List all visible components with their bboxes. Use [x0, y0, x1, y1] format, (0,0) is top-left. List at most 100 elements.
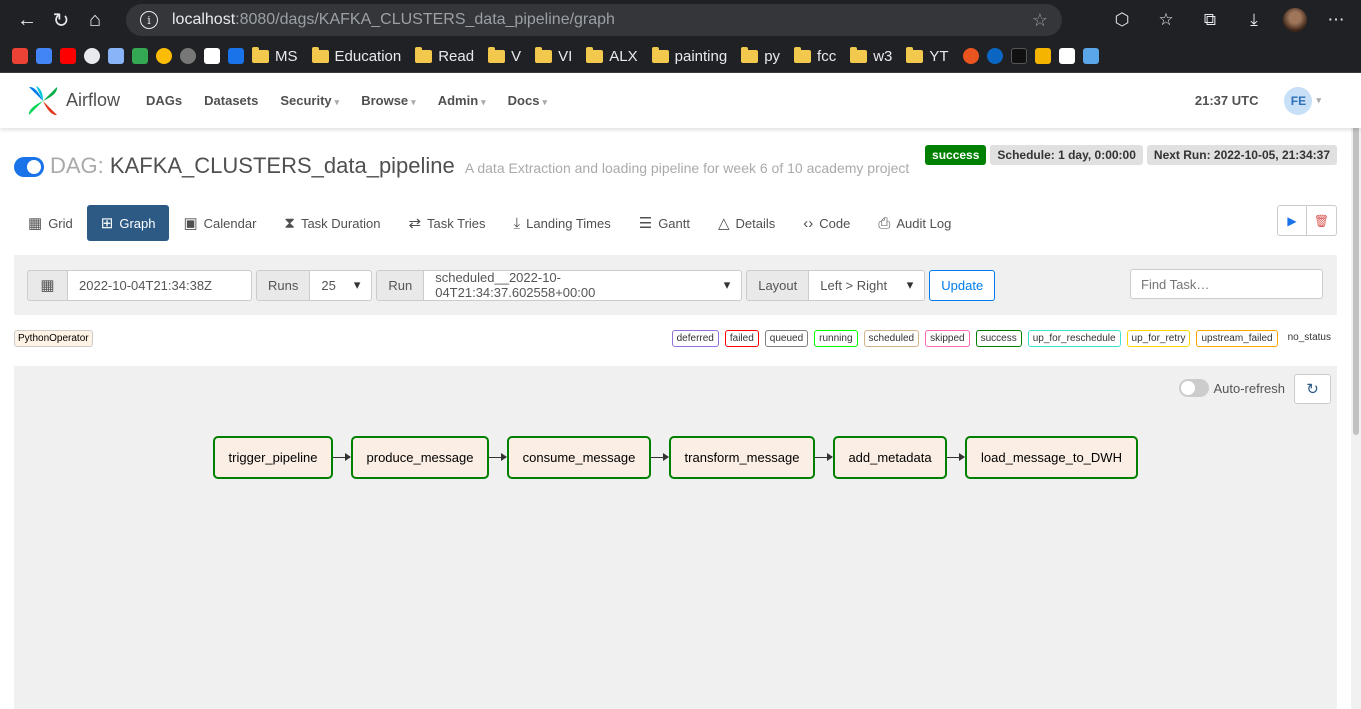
bookmark-8-icon[interactable]: [1082, 48, 1099, 64]
tab-gantt[interactable]: ☰ Gantt: [625, 205, 704, 241]
tab-calendar[interactable]: ▣ Calendar: [169, 205, 270, 241]
legend-state-running[interactable]: running: [814, 330, 858, 347]
openai-icon[interactable]: [180, 48, 196, 64]
bookmark-star-icon[interactable]: ☆: [1032, 10, 1048, 31]
tab-label: Task Duration: [300, 215, 381, 231]
calendar-icon: ▣: [183, 215, 198, 232]
downloads-icon[interactable]: ⤓: [1239, 10, 1269, 30]
update-button[interactable]: Update: [929, 269, 996, 301]
folder-icon: [906, 46, 924, 63]
extensions-icon[interactable]: ⬡: [1107, 10, 1137, 30]
tab-task-tries[interactable]: ⇄ Task Tries: [394, 205, 499, 241]
calendar-icon[interactable]: ▦: [27, 269, 68, 301]
bookmark-folder-yt[interactable]: YT: [906, 46, 949, 65]
bookmark-folder-ms[interactable]: MS: [252, 46, 298, 65]
refresh-button[interactable]: ↻: [1294, 374, 1331, 404]
legend-state-up-for-retry[interactable]: up_for_retry: [1126, 330, 1191, 347]
runs-select[interactable]: 25: [310, 269, 373, 301]
task-node-trigger-pipeline[interactable]: trigger_pipeline: [213, 436, 333, 479]
legend-state-upstream-failed[interactable]: upstream_failed: [1196, 330, 1278, 347]
menu-security[interactable]: Security: [280, 93, 339, 108]
scrollbar-thumb[interactable]: [1353, 81, 1359, 435]
tab-landing-times[interactable]: ⤓ Landing Times: [500, 205, 625, 241]
graph-canvas[interactable]: Auto-refresh ↻ trigger_pipeline produce_m…: [14, 366, 1337, 709]
bookmark-folder-alx[interactable]: ALX: [586, 46, 638, 65]
menu-dags[interactable]: DAGs: [146, 93, 182, 108]
bookmark-folder-painting[interactable]: painting: [651, 46, 727, 65]
tab-details[interactable]: △ Details: [704, 205, 789, 241]
task-node-load-message-to-dwh[interactable]: load_message_to_DWH: [965, 436, 1138, 479]
collections-icon[interactable]: ⧉: [1195, 10, 1225, 30]
delete-dag-button[interactable]: 🗑: [1307, 205, 1337, 236]
page-scrollbar[interactable]: [1351, 73, 1361, 709]
tab-label: Gantt: [658, 215, 690, 231]
folder-label: Education: [334, 47, 402, 65]
run-select[interactable]: scheduled__2022-10-04T21:34:37.602558+00…: [424, 269, 743, 301]
legend-state-no-status[interactable]: no_status: [1284, 330, 1335, 347]
bookmark-folder-vi[interactable]: VI: [535, 46, 573, 65]
browser-profile-avatar[interactable]: [1283, 8, 1307, 32]
ubuntu-icon[interactable]: [962, 48, 979, 64]
address-bar[interactable]: i localhost:8080/dags/KAFKA_CLUSTERS_dat…: [126, 4, 1062, 36]
legend-state-deferred[interactable]: deferred: [671, 330, 719, 347]
slack-icon[interactable]: [1034, 48, 1051, 64]
task-node-consume-message[interactable]: consume_message: [507, 436, 651, 479]
bookmark-folder-fcc[interactable]: fcc: [794, 46, 836, 65]
analytics-icon[interactable]: [132, 48, 148, 64]
youtube-icon[interactable]: [60, 48, 76, 64]
autorefresh-control[interactable]: Auto-refresh: [1179, 379, 1285, 397]
legend-state-success[interactable]: success: [975, 330, 1022, 347]
home-icon[interactable]: ⌂: [78, 3, 112, 37]
layout-select[interactable]: Left > Right: [809, 269, 926, 301]
bookmark-folder-py[interactable]: py: [741, 46, 780, 65]
more-menu-icon[interactable]: ⋯: [1321, 10, 1351, 30]
bookmark-folder-education[interactable]: Education: [311, 46, 402, 65]
tab-code[interactable]: ‹› Code: [789, 205, 864, 241]
bookmark-folder-w3[interactable]: w3: [850, 46, 892, 65]
autorefresh-toggle[interactable]: [1179, 379, 1210, 397]
menu-docs[interactable]: Docs: [508, 93, 547, 108]
google-icon[interactable]: [156, 48, 172, 64]
github-icon[interactable]: [84, 48, 100, 64]
image-icon[interactable]: [1058, 48, 1075, 64]
bookmark-folder-read[interactable]: Read: [415, 46, 474, 65]
legend-state-skipped[interactable]: skipped: [925, 330, 970, 347]
legend-state-up-for-reschedule[interactable]: up_for_reschedule: [1027, 330, 1121, 347]
dag-state-badge[interactable]: success: [925, 145, 987, 165]
file-search-icon: ⎙: [878, 214, 891, 232]
folder-label: VI: [558, 47, 573, 65]
tab-task-duration[interactable]: ⧗ Task Duration: [270, 205, 394, 241]
calendar-app-icon[interactable]: [228, 48, 244, 64]
trigger-dag-button[interactable]: ▶: [1277, 205, 1307, 236]
site-info-icon[interactable]: i: [140, 11, 158, 29]
task-node-transform-message[interactable]: transform_message: [669, 436, 815, 479]
task-node-produce-message[interactable]: produce_message: [351, 436, 489, 479]
bookmark-dark-icon[interactable]: [1010, 48, 1027, 64]
legend-state-failed[interactable]: failed: [724, 330, 759, 347]
warning-triangle-icon: △: [717, 215, 730, 232]
menu-datasets[interactable]: Datasets: [204, 93, 258, 108]
tab-grid[interactable]: ▦ Grid: [14, 205, 87, 241]
gmail-icon[interactable]: [12, 48, 28, 64]
legend-state-scheduled[interactable]: scheduled: [863, 330, 920, 347]
favorites-icon[interactable]: ☆: [1151, 10, 1181, 30]
messenger-icon[interactable]: [986, 48, 1003, 64]
tab-audit-log[interactable]: ⎙ Audit Log: [864, 205, 965, 241]
notion-icon[interactable]: [204, 48, 220, 64]
bookmark-folder-v[interactable]: V: [488, 46, 521, 65]
google-sheets-icon[interactable]: [36, 48, 52, 64]
time-display[interactable]: 21:37 UTC: [1195, 93, 1259, 108]
airflow-logo[interactable]: Airflow: [26, 84, 120, 118]
menu-admin[interactable]: Admin: [438, 93, 486, 108]
menu-browse[interactable]: Browse: [361, 93, 416, 108]
legend-state-queued[interactable]: queued: [764, 330, 809, 347]
reload-icon[interactable]: ↻: [44, 3, 78, 37]
bookmark-app-icon[interactable]: [108, 48, 124, 64]
tab-graph[interactable]: ⊞ Graph: [86, 205, 170, 241]
dag-pause-toggle[interactable]: [14, 157, 44, 177]
user-menu[interactable]: FE ▾: [1284, 86, 1321, 115]
find-task-input[interactable]: [1130, 269, 1323, 299]
base-date-input[interactable]: 2022-10-04T21:34:38Z: [68, 269, 252, 301]
back-arrow-icon[interactable]: ←: [10, 3, 44, 37]
task-node-add-metadata[interactable]: add_metadata: [833, 436, 947, 479]
